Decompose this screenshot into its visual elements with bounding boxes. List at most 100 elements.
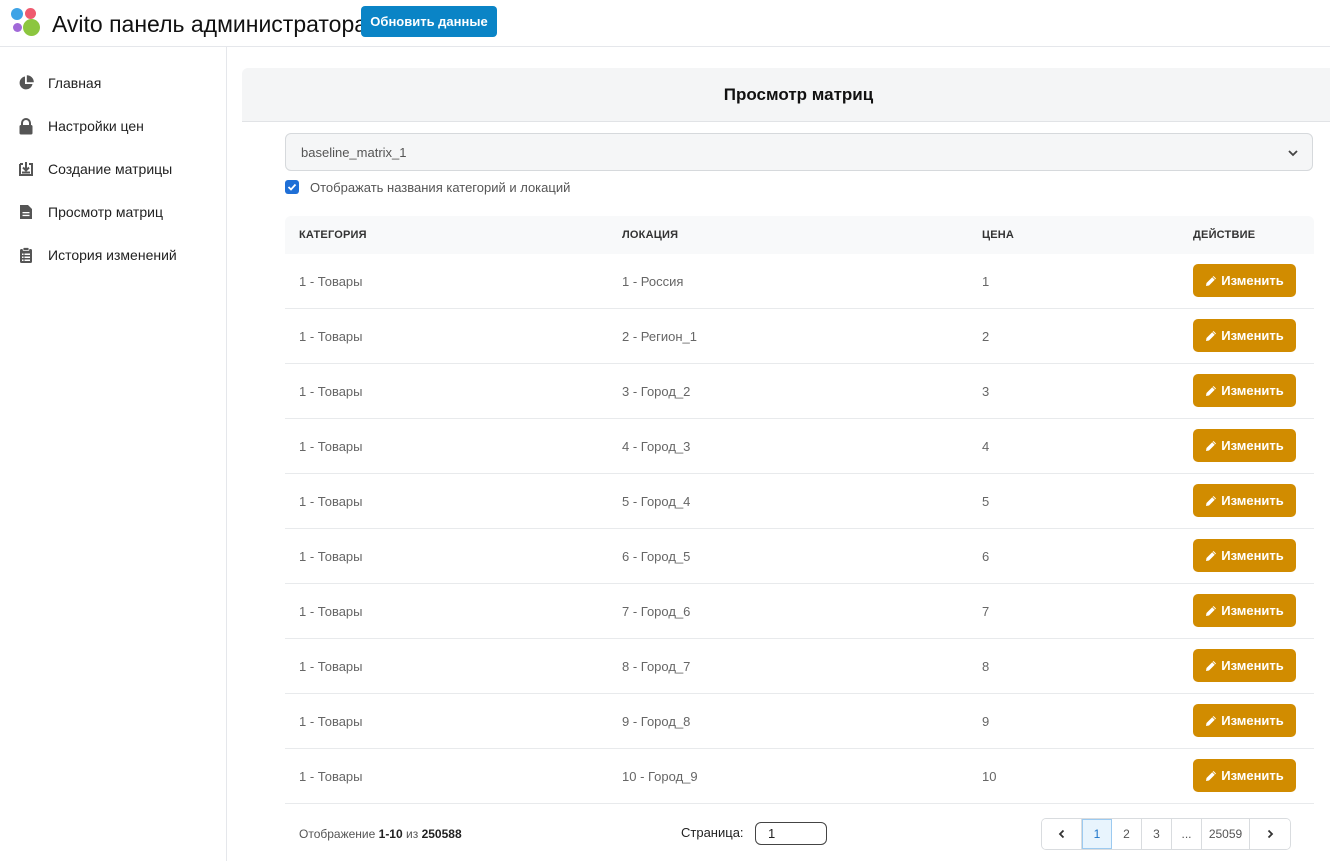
app-title: Avito панель администратора xyxy=(52,11,368,37)
edit-button[interactable]: Изменить xyxy=(1193,264,1296,297)
show-names-checkbox-label: Отображать названия категорий и локаций xyxy=(310,180,571,195)
sidebar-item-label: История изменений xyxy=(48,247,177,263)
sidebar-item-change-history[interactable]: История изменений xyxy=(0,237,226,273)
matrix-select-value: baseline_matrix_1 xyxy=(301,145,407,160)
pie-chart-icon xyxy=(17,74,35,92)
edit-button[interactable]: Изменить xyxy=(1193,539,1296,572)
edit-button[interactable]: Изменить xyxy=(1193,484,1296,517)
column-header-location: ЛОКАЦИЯ xyxy=(622,229,679,241)
cell-category: 1 - Товары xyxy=(299,439,363,454)
page-button-1[interactable]: 1 xyxy=(1082,819,1112,849)
cell-price: 5 xyxy=(982,494,990,509)
pencil-icon xyxy=(1206,440,1217,451)
table-row: 1 - Товары 7 - Город_6 7 Изменить xyxy=(285,584,1314,639)
table-row: 1 - Товары 9 - Город_8 9 Изменить xyxy=(285,694,1314,749)
sidebar-item-view-matrices[interactable]: Просмотр матриц xyxy=(0,194,226,230)
table-row: 1 - Товары 2 - Регион_1 2 Изменить xyxy=(285,309,1314,364)
cell-category: 1 - Товары xyxy=(299,329,363,344)
cell-price: 7 xyxy=(982,604,990,619)
table-row: 1 - Товары 3 - Город_2 3 Изменить xyxy=(285,364,1314,419)
column-header-action: ДЕЙСТВИЕ xyxy=(1193,229,1256,241)
pagination: 1 2 3 ... 25059 xyxy=(1041,818,1291,850)
sidebar-item-label: Главная xyxy=(48,75,102,91)
chevron-left-icon xyxy=(1058,829,1064,839)
edit-button-label: Изменить xyxy=(1221,768,1284,783)
sidebar-item-price-settings[interactable]: Настройки цен xyxy=(0,108,226,144)
cell-category: 1 - Товары xyxy=(299,549,363,564)
download-box-icon xyxy=(17,160,35,178)
cell-category: 1 - Товары xyxy=(299,659,363,674)
matrix-table: КАТЕГОРИЯ ЛОКАЦИЯ ЦЕНА ДЕЙСТВИЕ 1 - Това… xyxy=(285,216,1314,861)
pencil-icon xyxy=(1206,715,1217,726)
edit-button-label: Изменить xyxy=(1221,658,1284,673)
edit-button[interactable]: Изменить xyxy=(1193,429,1296,462)
cell-location: 2 - Регион_1 xyxy=(622,329,697,344)
cell-price: 6 xyxy=(982,549,990,564)
edit-button-label: Изменить xyxy=(1221,438,1284,453)
matrix-select[interactable]: baseline_matrix_1 xyxy=(285,133,1313,171)
table-row: 1 - Товары 8 - Город_7 8 Изменить xyxy=(285,639,1314,694)
file-icon xyxy=(17,203,35,221)
sidebar-item-label: Настройки цен xyxy=(48,118,144,134)
cell-price: 3 xyxy=(982,384,990,399)
cell-location: 4 - Город_3 xyxy=(622,439,691,454)
edit-button-label: Изменить xyxy=(1221,493,1284,508)
cell-category: 1 - Товары xyxy=(299,494,363,509)
cell-location: 9 - Город_8 xyxy=(622,714,691,729)
edit-button-label: Изменить xyxy=(1221,328,1284,343)
page-label: Страница: xyxy=(681,825,744,840)
table-row: 1 - Товары 4 - Город_3 4 Изменить xyxy=(285,419,1314,474)
edit-button-label: Изменить xyxy=(1221,713,1284,728)
pencil-icon xyxy=(1206,495,1217,506)
pencil-icon xyxy=(1206,275,1217,286)
cell-price: 9 xyxy=(982,714,990,729)
edit-button-label: Изменить xyxy=(1221,383,1284,398)
pencil-icon xyxy=(1206,605,1217,616)
table-row: 1 - Товары 10 - Город_9 10 Изменить xyxy=(285,749,1314,804)
cell-location: 1 - Россия xyxy=(622,274,684,289)
page-header: Просмотр матриц xyxy=(242,68,1330,122)
edit-button[interactable]: Изменить xyxy=(1193,704,1296,737)
edit-button-label: Изменить xyxy=(1221,548,1284,563)
sidebar-item-home[interactable]: Главная xyxy=(0,65,226,101)
edit-button[interactable]: Изменить xyxy=(1193,759,1296,792)
column-header-category: КАТЕГОРИЯ xyxy=(299,229,367,241)
cell-category: 1 - Товары xyxy=(299,604,363,619)
sidebar-item-label: Просмотр матриц xyxy=(48,204,163,220)
page-button-2[interactable]: 2 xyxy=(1112,819,1142,849)
cell-location: 5 - Город_4 xyxy=(622,494,691,509)
prev-page-button[interactable] xyxy=(1042,819,1082,849)
edit-button-label: Изменить xyxy=(1221,603,1284,618)
top-bar: Avito панель администратора Обновить дан… xyxy=(0,0,1330,47)
cell-location: 10 - Город_9 xyxy=(622,769,698,784)
cell-price: 8 xyxy=(982,659,990,674)
cell-price: 10 xyxy=(982,769,997,784)
edit-button[interactable]: Изменить xyxy=(1193,319,1296,352)
refresh-data-button[interactable]: Обновить данные xyxy=(361,6,497,37)
cell-location: 3 - Город_2 xyxy=(622,384,691,399)
cell-location: 8 - Город_7 xyxy=(622,659,691,674)
clipboard-icon xyxy=(17,246,35,264)
cell-price: 1 xyxy=(982,274,990,289)
page-title: Просмотр матриц xyxy=(723,85,874,104)
chevron-down-icon xyxy=(1286,146,1300,160)
edit-button[interactable]: Изменить xyxy=(1193,649,1296,682)
cell-category: 1 - Товары xyxy=(299,384,363,399)
table-row: 1 - Товары 6 - Город_5 6 Изменить xyxy=(285,529,1314,584)
cell-category: 1 - Товары xyxy=(299,274,363,289)
next-page-button[interactable] xyxy=(1250,819,1290,849)
pencil-icon xyxy=(1206,550,1217,561)
page-number-input[interactable] xyxy=(755,822,827,845)
page-button-3[interactable]: 3 xyxy=(1142,819,1172,849)
pencil-icon xyxy=(1206,385,1217,396)
edit-button[interactable]: Изменить xyxy=(1193,374,1296,407)
page-button-last[interactable]: 25059 xyxy=(1202,819,1250,849)
sidebar-item-create-matrix[interactable]: Создание матрицы xyxy=(0,151,226,187)
pencil-icon xyxy=(1206,330,1217,341)
chevron-right-icon xyxy=(1267,829,1274,839)
avito-logo-icon xyxy=(10,7,42,39)
sidebar: Главная Настройки цен Создание матрицы П… xyxy=(0,47,227,861)
show-names-checkbox[interactable] xyxy=(285,180,299,194)
cell-location: 6 - Город_5 xyxy=(622,549,691,564)
edit-button[interactable]: Изменить xyxy=(1193,594,1296,627)
